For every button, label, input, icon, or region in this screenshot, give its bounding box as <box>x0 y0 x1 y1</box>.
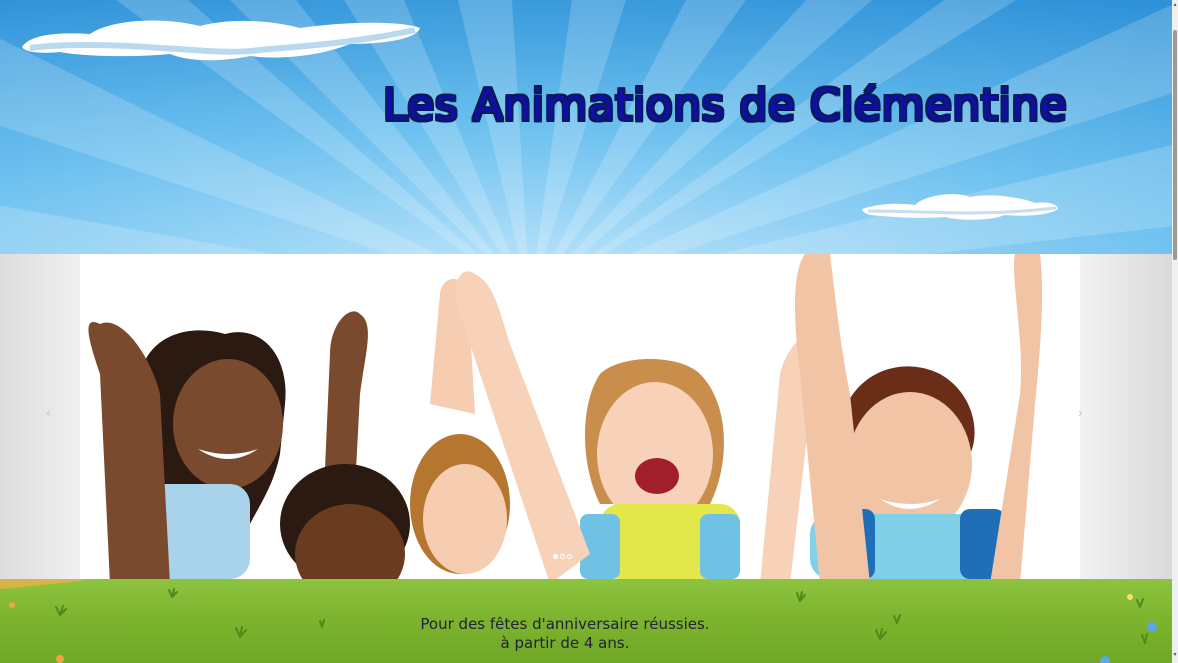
scroll-up-icon[interactable]: ▴ <box>1172 2 1178 8</box>
scroll-down-icon[interactable]: ▾ <box>1172 652 1178 658</box>
site-header: Les Animations de Clémentine <box>0 0 1172 254</box>
chevron-left-icon: ‹ <box>46 406 51 420</box>
hero-slider: ‹ › <box>0 254 1172 579</box>
page: Les Animations de Clémentine ‹ › Pour de… <box>0 0 1178 663</box>
scrollbar-thumb[interactable] <box>1173 30 1177 260</box>
tagline-line-1: Pour des fêtes d'anniversaire réussies. <box>420 615 710 633</box>
slider-dot-2[interactable] <box>560 554 565 559</box>
site-title[interactable]: Les Animations de Clémentine <box>383 80 1067 131</box>
cloud-right-icon <box>862 194 1058 220</box>
slider-dot-1[interactable] <box>553 554 558 559</box>
cloud-left-icon <box>22 20 420 61</box>
slider-next-button[interactable]: › <box>1078 406 1083 420</box>
tagline: Pour des fêtes d'anniversaire réussies. … <box>0 615 1130 653</box>
happy-children-photo <box>80 254 1080 579</box>
slider-dot-3[interactable] <box>567 554 572 559</box>
vertical-scrollbar[interactable]: ▴ ▾ <box>1172 0 1178 663</box>
slider-pagination <box>553 554 572 559</box>
tagline-line-2: à partir de 4 ans. <box>500 634 630 652</box>
slider-prev-button[interactable]: ‹ <box>46 406 51 420</box>
chevron-right-icon: › <box>1078 406 1083 420</box>
grass-banner: Pour des fêtes d'anniversaire réussies. … <box>0 579 1172 663</box>
